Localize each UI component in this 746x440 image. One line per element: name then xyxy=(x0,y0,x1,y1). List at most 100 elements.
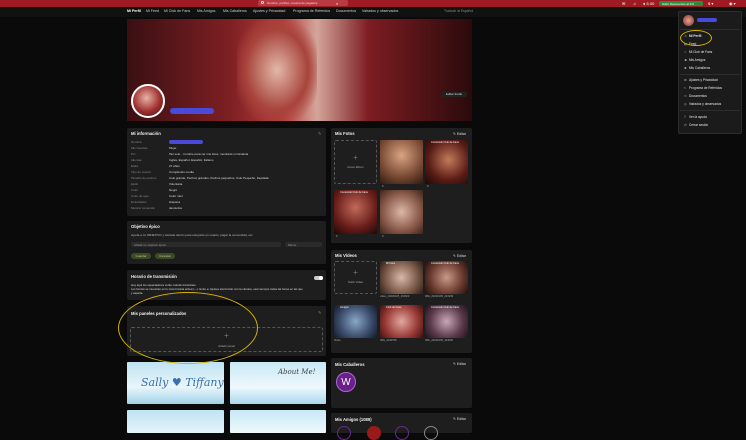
friend-avatar[interactable] xyxy=(395,426,409,440)
info-row: Idiomas Inglés, Español, Español, Italian… xyxy=(131,158,214,162)
friend-avatar[interactable] xyxy=(367,426,381,440)
photo-count: 9 xyxy=(382,185,384,188)
info-title: Mi información xyxy=(131,131,161,136)
banner-left[interactable]: Sally ♥ Tiffany xyxy=(127,362,224,404)
videos-title: Mis Vídeos xyxy=(335,253,357,258)
photo-thumb[interactable]: Contenido Club de Fans xyxy=(334,190,377,234)
nav-fan-club[interactable]: Mi Club de Fans xyxy=(164,9,190,13)
profile-avatar[interactable] xyxy=(131,84,165,118)
goals-title: Objetivo épico xyxy=(131,224,160,229)
plus-icon: + xyxy=(353,268,358,277)
video-thumb[interactable]: Contenido Club de Fans xyxy=(425,261,468,294)
menu-avatar xyxy=(683,15,694,26)
nav-feed[interactable]: Mi Feed xyxy=(146,9,159,13)
wallet-icon[interactable]: $ ▾ xyxy=(708,1,713,6)
photos-title: Mis Fotos xyxy=(335,131,355,136)
create-album-button[interactable]: + Crear álbum xyxy=(334,140,377,184)
friend-avatar[interactable] xyxy=(424,426,438,440)
save-goal-button[interactable]: Guardar xyxy=(131,253,151,259)
highlight-circle-custom-panels xyxy=(118,292,258,364)
video-title: IMG_20230105_104050 xyxy=(425,339,453,342)
info-row: Mostrar contenido desnudos xyxy=(131,206,183,210)
gentleman-avatar[interactable]: W xyxy=(336,372,356,392)
goal-amount-input[interactable]: Monto xyxy=(285,242,322,247)
banner-photo-left[interactable] xyxy=(127,410,224,433)
video-thumb[interactable]: Club de Fans xyxy=(380,305,423,338)
video-title: video_20230105_161523 xyxy=(380,295,410,298)
edit-cover-button[interactable]: Editar fondo xyxy=(441,92,467,97)
nav-referrals[interactable]: Programa de Referidos xyxy=(293,9,330,13)
nav-gentlemen[interactable]: Mis Caballeros xyxy=(223,9,247,13)
menu-item-logout[interactable]: ⏻ Cerrar sesión xyxy=(684,123,708,127)
goal-input[interactable]: Añadir un objetivo épico xyxy=(131,242,281,247)
info-row: Color de ojos Color miel xyxy=(131,194,183,198)
video-title: Video xyxy=(334,339,341,342)
video-title: IMG_4130768 xyxy=(380,339,397,342)
photo-count: 9 xyxy=(427,185,429,188)
nav-friends[interactable]: Mis Amigos xyxy=(197,9,215,13)
upload-video-button[interactable]: + Subir vídeo xyxy=(334,261,377,294)
video-thumb[interactable]: Mi Fans xyxy=(380,261,423,294)
stream-text: Los fondos se muestran en tu zona horari… xyxy=(131,287,303,291)
search-button[interactable]: ⌕ xyxy=(336,1,338,6)
info-row: Por Tan solo... hombre para ver mis fotos… xyxy=(131,152,249,156)
stream-text: y aspeña. xyxy=(131,291,144,295)
menu-item-settings[interactable]: ⚙ Ajustes y Privacidad xyxy=(684,78,718,82)
info-row: Tamaño de pechos Culo grande, Pechos gran… xyxy=(131,176,269,180)
upgrade-button[interactable]: Subir Descuentos al 3% xyxy=(659,1,703,6)
menu-divider xyxy=(680,74,740,75)
user-menu-avatar[interactable]: ◉ ▾ xyxy=(729,1,736,6)
edit-info-icon[interactable]: ✎ xyxy=(318,131,321,136)
video-thumb[interactable]: Amigos xyxy=(334,305,377,338)
cover-image xyxy=(237,19,317,121)
menu-item-documents[interactable]: ▭ Documentos xyxy=(684,94,707,98)
video-thumb[interactable]: Contenido Club de Fans xyxy=(425,305,468,338)
menu-item-rated[interactable]: ◎ Valrados y observados xyxy=(684,102,721,106)
edit-friends-button[interactable]: ✎ Editar xyxy=(453,417,466,421)
username-redacted xyxy=(170,108,214,114)
goals-description: Ayuda a mi OBJETIVO y siéntate dentro pa… xyxy=(131,233,254,237)
gentlemen-title: Mis Caballeros xyxy=(335,362,365,367)
cancel-goal-button[interactable]: Cancelar xyxy=(155,253,175,259)
nav-rated[interactable]: Valrados y observados xyxy=(362,9,398,13)
photo-thumb[interactable]: Contenido Club de Fans xyxy=(425,140,468,184)
friends-title: Mis Amigos (1089) xyxy=(335,417,372,422)
stream-schedule-toggle[interactable] xyxy=(314,276,323,280)
menu-divider xyxy=(680,110,740,111)
nav-my-profile[interactable]: Mi Perfil xyxy=(127,9,141,13)
name-redacted xyxy=(169,140,203,145)
nav-settings[interactable]: Ajustes y Privacidad xyxy=(253,9,285,13)
photo-count: 9 xyxy=(382,235,384,238)
edit-custom-icon[interactable]: ✎ xyxy=(318,310,321,315)
menu-item-friends[interactable]: ☻ Mis Amigos xyxy=(684,58,705,62)
photo-count: 9 xyxy=(336,235,338,238)
menu-username-redacted xyxy=(697,18,717,22)
edit-gentlemen-button[interactable]: ✎ Editar xyxy=(453,362,466,366)
info-row: Nombre xyxy=(131,140,203,145)
edit-videos-button[interactable]: ✎ Editar xyxy=(453,254,466,258)
coins-balance[interactable]: ● 5.00 xyxy=(643,1,654,6)
bell-icon[interactable]: ♫ xyxy=(633,1,636,6)
photo-thumb[interactable] xyxy=(380,190,423,234)
friend-avatar[interactable] xyxy=(337,426,351,440)
stream-title: Horario de transmisión xyxy=(131,274,177,279)
info-row: Mis Cuentas Mujer xyxy=(131,146,177,150)
info-row: Color Negro xyxy=(131,188,178,192)
banner-right[interactable]: About Me! xyxy=(230,362,326,404)
menu-item-referrals[interactable]: < Programa de Referidos xyxy=(684,86,722,90)
menu-item-help[interactable]: ? Ver la ayuda xyxy=(684,115,707,119)
nav-documents[interactable]: Documentos xyxy=(336,9,356,13)
banner-photo-right[interactable] xyxy=(230,410,326,433)
info-row: Edad 27 años xyxy=(131,164,180,168)
highlight-circle-menu xyxy=(680,30,712,46)
edit-photos-button[interactable]: ✎ Editar xyxy=(453,132,466,136)
info-row: Tipo de cuerpo Complexión media xyxy=(131,170,194,174)
video-title: IMG_20230105_221939 xyxy=(425,295,453,298)
notification-icon[interactable]: ✉ xyxy=(622,1,625,6)
menu-item-fan-club[interactable]: ☆ Mi Club de Fans xyxy=(684,50,712,54)
plus-icon: + xyxy=(353,153,358,162)
translate-link[interactable]: Traducir al Español xyxy=(444,9,473,13)
menu-item-gentlemen[interactable]: ♚ Mis Caballeros xyxy=(684,66,710,70)
search-input[interactable]: Nombre, perfiles, nuestra de pagados xyxy=(258,0,348,6)
photo-thumb[interactable] xyxy=(380,140,423,184)
